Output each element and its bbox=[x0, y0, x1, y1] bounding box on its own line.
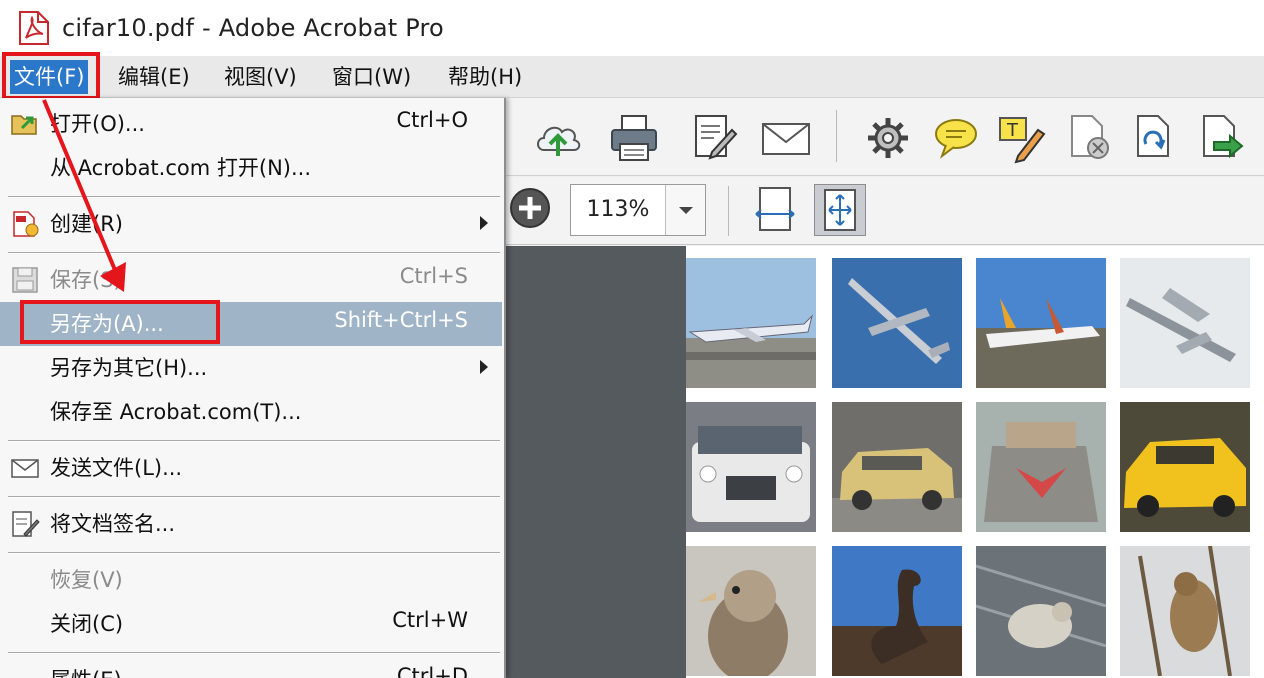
file-menu-highlight-box bbox=[2, 52, 100, 100]
text-markup-icon[interactable]: T bbox=[996, 112, 1048, 164]
gear-icon[interactable] bbox=[862, 112, 914, 164]
menu-item-label: 关闭(C) bbox=[50, 612, 124, 636]
thumbnail-bird-3 bbox=[976, 546, 1106, 676]
thumbnail-airplane-3 bbox=[976, 258, 1106, 388]
thumbnail-car-2 bbox=[832, 402, 962, 532]
thumbnail-airplane-1 bbox=[686, 258, 816, 388]
menu-item-label: 保存至 Acrobat.com(T)... bbox=[50, 400, 302, 424]
sign-icon bbox=[12, 511, 40, 537]
zoom-dropdown-button[interactable] bbox=[665, 185, 705, 235]
menu-item-shortcut: Shift+Ctrl+S bbox=[334, 308, 468, 332]
fit-width-icon[interactable] bbox=[752, 186, 798, 232]
toolbar-separator bbox=[836, 110, 837, 162]
zoom-value[interactable]: 113% bbox=[571, 185, 665, 235]
menu-window[interactable]: 窗口(W) bbox=[328, 60, 415, 94]
menu-separator bbox=[8, 196, 500, 198]
menu-item-create[interactable]: 创建(R) bbox=[0, 202, 502, 246]
menu-separator bbox=[8, 440, 500, 442]
thumbnail-bird-1 bbox=[686, 546, 816, 676]
menu-edit[interactable]: 编辑(E) bbox=[114, 60, 194, 94]
menu-item-send-file[interactable]: 发送文件(L)... bbox=[0, 446, 502, 490]
printer-icon[interactable] bbox=[608, 112, 660, 164]
menu-item-label: 恢复(V) bbox=[50, 568, 123, 592]
menu-item-properties[interactable]: 属性(E)... Ctrl+D bbox=[0, 658, 502, 678]
cloud-upload-icon[interactable] bbox=[532, 112, 584, 164]
save-as-highlight-box bbox=[20, 300, 220, 344]
menu-item-save[interactable]: 保存(S) Ctrl+S bbox=[0, 258, 502, 302]
menu-item-shortcut: Ctrl+W bbox=[392, 608, 468, 632]
create-pdf-icon bbox=[13, 211, 39, 237]
menu-item-label: 从 Acrobat.com 打开(N)... bbox=[50, 156, 311, 180]
menu-item-save-as-other[interactable]: 另存为其它(H)... bbox=[0, 346, 502, 390]
envelope-icon[interactable] bbox=[760, 112, 812, 164]
fit-page-button[interactable] bbox=[814, 184, 866, 236]
menu-separator bbox=[8, 652, 500, 654]
menu-item-label: 创建(R) bbox=[50, 212, 123, 236]
zoom-in-icon[interactable] bbox=[508, 186, 552, 230]
menu-item-label: 发送文件(L)... bbox=[50, 456, 183, 480]
rotate-page-icon[interactable] bbox=[1130, 112, 1182, 164]
zoom-combobox[interactable]: 113% bbox=[570, 184, 706, 236]
window-title: cifar10.pdf - Adobe Acrobat Pro bbox=[62, 14, 444, 42]
folder-open-icon bbox=[11, 115, 37, 135]
menu-bar: 文件(F) 编辑(E) 视图(V) 窗口(W) 帮助(H) bbox=[0, 56, 1264, 98]
menu-item-open-from-acrobat[interactable]: 从 Acrobat.com 打开(N)... bbox=[0, 146, 502, 190]
thumbnail-bird-4 bbox=[1120, 546, 1250, 676]
svg-text:T: T bbox=[1006, 120, 1019, 141]
menu-item-shortcut: Ctrl+O bbox=[396, 108, 469, 132]
submenu-arrow-icon bbox=[480, 360, 488, 374]
toolbar-separator bbox=[728, 186, 729, 236]
menu-item-revert[interactable]: 恢复(V) bbox=[0, 558, 502, 602]
acrobat-pdf-icon bbox=[19, 11, 49, 45]
thumbnail-car-3 bbox=[976, 402, 1106, 532]
menu-item-label: 打开(O)... bbox=[50, 112, 145, 136]
menu-item-shortcut: Ctrl+S bbox=[399, 264, 468, 288]
menu-separator bbox=[8, 496, 500, 498]
thumbnail-airplane-4 bbox=[1120, 258, 1250, 388]
menu-item-label: 保存(S) bbox=[50, 268, 122, 292]
envelope-icon bbox=[11, 459, 39, 478]
file-menu-dropdown: 打开(O)... Ctrl+O 从 Acrobat.com 打开(N)... 创… bbox=[0, 98, 506, 678]
delete-file-icon[interactable] bbox=[1064, 112, 1116, 164]
menu-item-save-to-acrobat[interactable]: 保存至 Acrobat.com(T)... bbox=[0, 390, 502, 434]
menu-item-label: 将文档签名... bbox=[50, 512, 176, 536]
menu-view[interactable]: 视图(V) bbox=[220, 60, 301, 94]
save-icon bbox=[12, 267, 38, 293]
menu-item-close[interactable]: 关闭(C) Ctrl+W bbox=[0, 602, 502, 646]
menu-help[interactable]: 帮助(H) bbox=[444, 60, 526, 94]
menu-item-sign-document[interactable]: 将文档签名... bbox=[0, 502, 502, 546]
menu-separator bbox=[8, 252, 500, 254]
comment-icon[interactable] bbox=[930, 112, 982, 164]
fit-page-icon bbox=[824, 189, 856, 231]
thumbnail-airplane-2 bbox=[832, 258, 962, 388]
thumbnail-car-4 bbox=[1120, 402, 1250, 532]
menu-item-open[interactable]: 打开(O)... Ctrl+O bbox=[0, 102, 502, 146]
thumbnail-bird-2 bbox=[832, 546, 962, 676]
submenu-arrow-icon bbox=[480, 216, 488, 230]
menu-item-label: 属性(E)... bbox=[50, 664, 142, 678]
edit-document-icon[interactable] bbox=[688, 112, 740, 164]
title-bar: cifar10.pdf - Adobe Acrobat Pro bbox=[0, 0, 1264, 56]
menu-separator bbox=[8, 552, 500, 554]
chevron-down-icon bbox=[679, 207, 693, 214]
thumbnail-car-1 bbox=[686, 402, 816, 532]
menu-item-shortcut: Ctrl+D bbox=[396, 664, 468, 678]
menu-item-label: 另存为其它(H)... bbox=[50, 356, 208, 380]
export-icon[interactable] bbox=[1196, 112, 1248, 164]
